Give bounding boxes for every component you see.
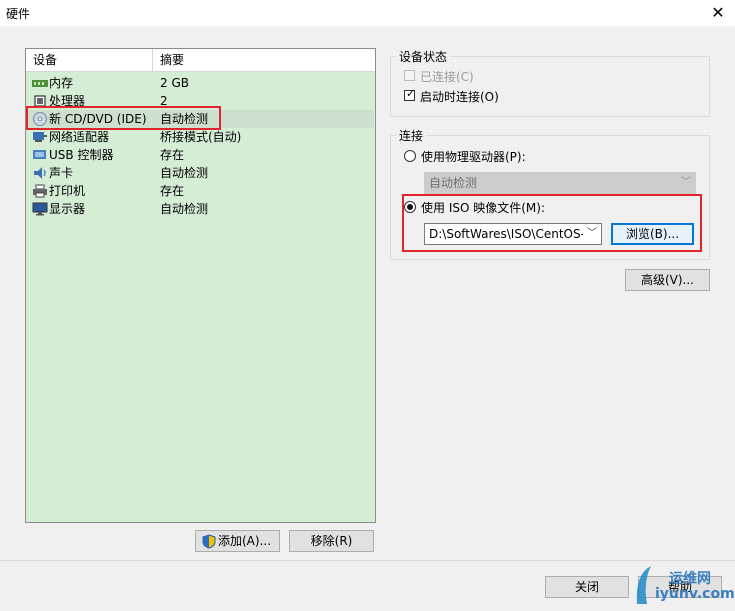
device-name: 网络适配器 — [49, 130, 110, 144]
device-row-usb-controller[interactable]: USB 控制器 存在 — [27, 146, 374, 164]
iso-image-radio[interactable] — [404, 201, 416, 213]
column-header-device[interactable]: 设备 — [26, 49, 153, 71]
physical-drive-select-value: 自动检测 — [429, 176, 478, 190]
close-icon[interactable]: ✕ — [706, 1, 730, 25]
column-header-summary[interactable]: 摘要 — [153, 49, 375, 71]
connection-label: 连接 — [396, 127, 427, 144]
remove-button[interactable]: 移除(R) — [289, 530, 374, 552]
connected-label: 已连接(C) — [420, 70, 474, 84]
device-summary: 存在 — [160, 148, 185, 162]
title-bar — [0, 0, 735, 26]
connected-checkbox[interactable] — [404, 70, 415, 81]
device-row-sound-card[interactable]: 声卡 自动检测 — [27, 164, 374, 182]
device-summary: 2 GB — [160, 76, 189, 90]
device-status-label: 设备状态 — [396, 48, 451, 65]
display-icon — [32, 202, 48, 216]
checkmark-icon: ✓ — [406, 87, 416, 100]
device-name: 新 CD/DVD (IDE) — [49, 112, 147, 126]
device-row-network-adapter[interactable]: 网络适配器 桥接模式(自动) — [27, 128, 374, 146]
radio-dot — [407, 204, 413, 210]
device-list[interactable]: 设备 摘要 内存 2 GB 处理器 2 新 CD/DVD (IDE) 自动检测 … — [25, 48, 376, 523]
browse-button[interactable]: 浏览(B)... — [611, 223, 694, 245]
device-name: 打印机 — [49, 184, 86, 198]
add-button[interactable]: 添加(A)... — [195, 530, 280, 552]
window-title: 硬件 — [6, 7, 31, 21]
physical-drive-label: 使用物理驱动器(P): — [421, 150, 526, 164]
device-row-memory[interactable]: 内存 2 GB — [27, 74, 374, 92]
chevron-down-icon[interactable]: ﹀ — [587, 224, 597, 244]
cd-dvd-icon — [33, 112, 47, 126]
device-summary: 自动检测 — [160, 166, 209, 180]
iso-path-value: D:\SoftWares\ISO\CentOS-6 — [429, 227, 583, 241]
physical-drive-select[interactable]: 自动检测 ﹀ — [424, 172, 696, 194]
connect-on-power-on-checkbox[interactable]: ✓ — [404, 87, 416, 101]
device-name: 显示器 — [49, 202, 86, 216]
device-row-processor[interactable]: 处理器 2 — [27, 92, 374, 110]
memory-icon — [32, 80, 48, 87]
processor-icon — [34, 95, 46, 107]
close-button[interactable]: 关闭 — [545, 576, 629, 598]
device-summary: 自动检测 — [160, 112, 209, 126]
device-summary: 桥接模式(自动) — [160, 130, 242, 144]
device-name: USB 控制器 — [49, 148, 114, 162]
usb-icon — [33, 150, 46, 159]
printer-icon — [33, 184, 47, 198]
bottom-divider — [0, 560, 735, 561]
device-row-cd-dvd[interactable]: 新 CD/DVD (IDE) 自动检测 — [27, 110, 374, 128]
device-summary: 存在 — [160, 184, 185, 198]
iso-path-input[interactable]: D:\SoftWares\ISO\CentOS-6 ﹀ — [424, 223, 602, 245]
network-adapter-icon — [33, 132, 47, 142]
device-name: 内存 — [49, 76, 74, 90]
add-button-label: 添加(A)... — [218, 534, 272, 548]
chevron-down-icon: ﹀ — [681, 177, 691, 188]
advanced-button[interactable]: 高级(V)... — [625, 269, 710, 291]
physical-drive-radio[interactable] — [404, 150, 416, 162]
iso-image-label: 使用 ISO 映像文件(M): — [421, 201, 545, 215]
device-status-group — [390, 56, 710, 117]
device-row-display[interactable]: 显示器 自动检测 — [27, 200, 374, 218]
connect-on-power-on-label: 启动时连接(O) — [420, 90, 499, 104]
watermark: 运维网 iyunv.com — [633, 560, 735, 608]
device-name: 处理器 — [49, 94, 86, 108]
device-row-printer[interactable]: 打印机 存在 — [27, 182, 374, 200]
shield-icon — [202, 534, 216, 549]
device-list-header: 设备 摘要 — [26, 49, 375, 72]
watermark-text-url: iyunv.com — [655, 586, 735, 602]
device-summary: 2 — [160, 94, 168, 108]
device-name: 声卡 — [49, 166, 74, 180]
watermark-text-cn: 运维网 — [669, 571, 711, 587]
device-summary: 自动检测 — [160, 202, 209, 216]
sound-card-icon — [34, 167, 46, 179]
